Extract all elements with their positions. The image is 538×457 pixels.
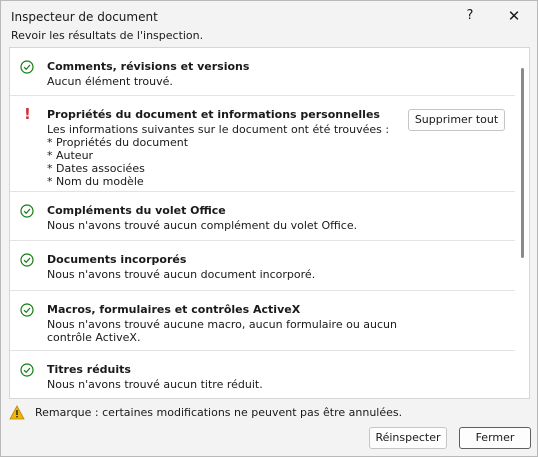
result-heading: Documents incorporés (47, 253, 187, 266)
document-inspector-dialog: Inspecteur de document ? ✕ Revoir les ré… (0, 0, 538, 457)
remove-all-button[interactable]: Supprimer tout (408, 109, 505, 131)
result-detail: Nous n'avons trouvé aucun complément du … (47, 219, 358, 232)
scrollbar-thumb[interactable] (521, 68, 524, 258)
result-comments: Comments, révisions et versions Aucun él… (10, 48, 515, 96)
result-heading: Macros, formulaires et contrôles ActiveX (47, 303, 301, 316)
check-circle-icon (20, 204, 34, 218)
results-list: Comments, révisions et versions Aucun él… (10, 48, 515, 398)
result-heading: Compléments du volet Office (47, 204, 226, 217)
close-button[interactable]: Fermer (459, 427, 531, 449)
title-bar: Inspecteur de document ? ✕ (1, 1, 537, 27)
footer-note: Remarque : certaines modifications ne pe… (35, 406, 403, 419)
result-heading: Comments, révisions et versions (47, 60, 250, 73)
results-scrollbar[interactable] (517, 48, 529, 398)
result-detail: Aucun élément trouvé. (47, 75, 173, 88)
result-embedded-documents: Documents incorporés Nous n'avons trouvé… (10, 241, 515, 291)
results-panel: Comments, révisions et versions Aucun él… (9, 47, 530, 399)
close-window-button[interactable]: ✕ (499, 5, 529, 27)
help-button[interactable]: ? (455, 5, 485, 27)
result-detail: Nous n'avons trouvé aucune macro, aucun … (47, 318, 397, 344)
result-task-pane-addins: Compléments du volet Office Nous n'avons… (10, 192, 515, 241)
warning-triangle-icon (9, 405, 25, 420)
dialog-title: Inspecteur de document (11, 10, 158, 24)
check-circle-icon (20, 363, 34, 377)
check-circle-icon (20, 303, 34, 317)
check-circle-icon (20, 60, 34, 74)
result-heading: Propriétés du document et informations p… (47, 108, 380, 121)
result-collapsed-headings: Titres réduits Nous n'avons trouvé aucun… (10, 351, 515, 398)
warning-exclamation-icon: ! (24, 105, 31, 123)
close-icon: ✕ (507, 7, 521, 25)
result-document-properties: ! Propriétés du document et informations… (10, 96, 515, 192)
check-circle-icon (20, 253, 34, 267)
result-macros-activex: Macros, formulaires et contrôles ActiveX… (10, 291, 515, 351)
result-detail: Nous n'avons trouvé aucun document incor… (47, 268, 316, 281)
result-heading: Titres réduits (47, 363, 131, 376)
help-icon: ? (466, 8, 474, 23)
result-detail: Nous n'avons trouvé aucun titre réduit. (47, 378, 263, 391)
result-detail: Les informations suivantes sur le docume… (47, 123, 390, 188)
reinspect-button[interactable]: Réinspecter (369, 427, 447, 449)
dialog-subtitle: Revoir les résultats de l'inspection. (11, 29, 204, 42)
